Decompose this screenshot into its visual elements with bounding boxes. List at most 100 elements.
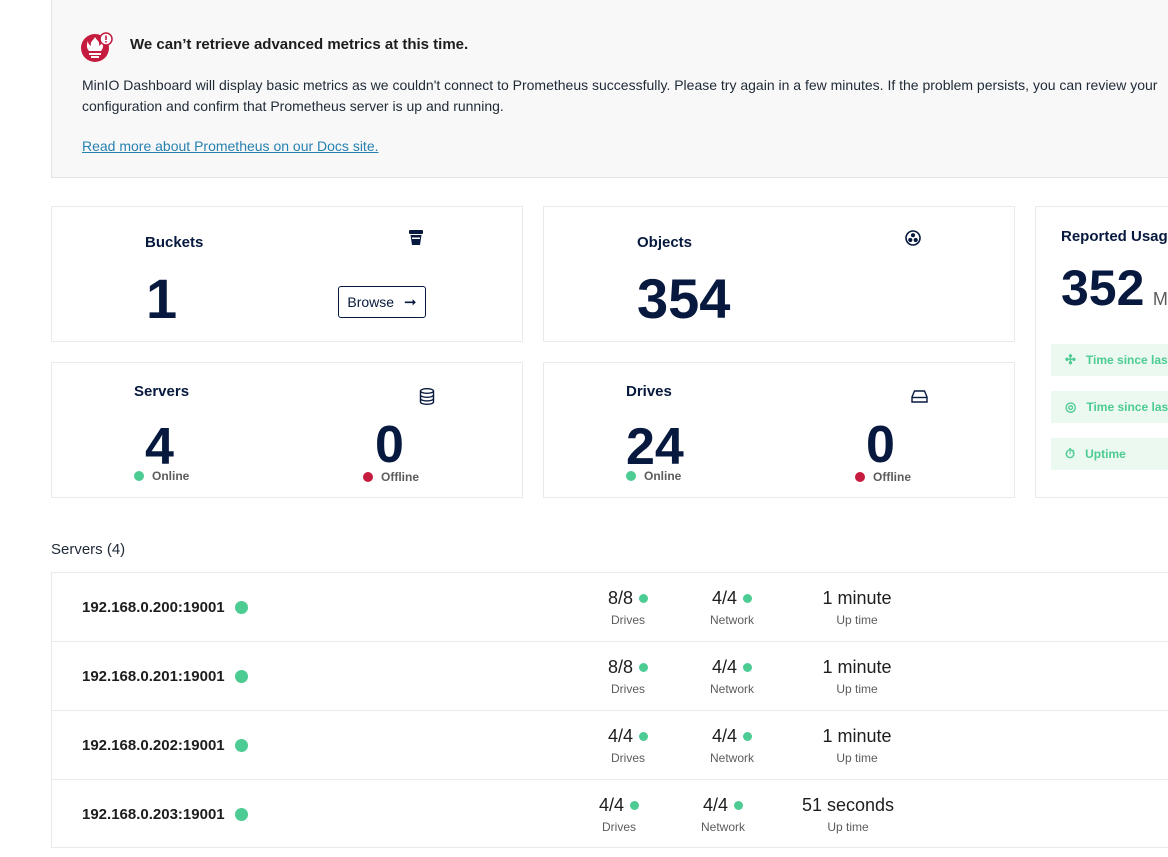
drives-offline-status: Offline	[855, 470, 911, 484]
server-network-metric: 4/4 Network	[702, 588, 762, 627]
drives-online-count: 24	[626, 418, 684, 476]
server-uptime-metric: 1 minute Up time	[802, 726, 912, 765]
servers-section-title: Servers (4)	[51, 541, 126, 558]
timer-icon: ⏱	[1065, 446, 1076, 461]
buckets-title: Buckets	[145, 234, 204, 251]
objects-icon	[905, 230, 921, 246]
server-network-value: 4/4	[711, 657, 738, 677]
prometheus-docs-link[interactable]: Read more about Prometheus on our Docs s…	[82, 138, 379, 154]
servers-offline-label: Offline	[381, 470, 419, 484]
usage-value: 352 MiB	[1061, 259, 1168, 317]
drives-status-dot	[639, 663, 649, 672]
server-network-metric: 4/4 Network	[702, 657, 762, 696]
server-drives-label: Drives	[610, 613, 645, 627]
server-drives-label: Drives	[610, 751, 645, 765]
server-endpoint: 192.168.0.200:19001	[82, 599, 248, 616]
server-network-metric: 4/4 Network	[702, 726, 762, 765]
drives-status-dot	[639, 594, 649, 603]
server-uptime-label: Up time	[836, 682, 878, 696]
drives-offline-label: Offline	[873, 470, 911, 484]
server-drives-value: 4/4	[607, 726, 634, 746]
server-row[interactable]: 192.168.0.200:19001 8/8 Drives 4/4 Netwo…	[51, 572, 1168, 641]
server-status-dot	[234, 601, 248, 614]
server-network-value: 4/4	[711, 588, 738, 608]
server-endpoint-label: 192.168.0.200:19001	[82, 599, 225, 616]
server-drives-value: 8/8	[607, 588, 634, 608]
offline-dot	[855, 472, 865, 482]
objects-count: 354	[637, 267, 731, 330]
online-dot	[134, 471, 144, 481]
online-dot	[626, 471, 636, 481]
network-status-dot	[743, 594, 753, 603]
server-endpoint: 192.168.0.203:19001	[82, 806, 248, 823]
server-uptime-metric: 1 minute Up time	[802, 657, 912, 696]
server-row[interactable]: 192.168.0.201:19001 8/8 Drives 4/4 Netwo…	[51, 641, 1168, 710]
alert-message: MinIO Dashboard will display basic metri…	[82, 77, 1158, 114]
server-drives-metric: 4/4 Drives	[593, 795, 645, 834]
server-row[interactable]: 192.168.0.203:19001 4/4 Drives 4/4 Netwo…	[51, 779, 1168, 848]
server-network-label: Network	[709, 751, 754, 765]
server-status-dot	[234, 808, 248, 821]
usage-title: Reported Usage	[1061, 228, 1168, 245]
server-network-value: 4/4	[702, 795, 729, 815]
network-status-dot	[743, 663, 753, 672]
offline-dot	[363, 472, 373, 482]
server-status-dot	[234, 670, 248, 683]
server-uptime-metric: 51 seconds Up time	[793, 795, 903, 834]
server-drives-metric: 8/8 Drives	[602, 657, 654, 696]
drives-card: Drives 24 Online 0 Offline	[543, 362, 1015, 498]
prometheus-alert: We can’t retrieve advanced metrics at th…	[51, 0, 1168, 178]
drive-icon	[911, 390, 928, 403]
usage-unit: MiB	[1152, 289, 1168, 309]
server-drives-metric: 4/4 Drives	[602, 726, 654, 765]
network-status-dot	[743, 732, 753, 741]
servers-online-label: Online	[152, 469, 190, 483]
server-network-label: Network	[709, 682, 754, 696]
drives-online-status: Online	[626, 469, 681, 483]
scan-icon: ◎	[1065, 399, 1077, 414]
servers-online-status: Online	[134, 469, 189, 483]
heal-icon: ✣	[1065, 352, 1076, 367]
server-uptime-metric: 1 minute Up time	[802, 588, 912, 627]
server-row[interactable]: 192.168.0.202:19001 4/4 Drives 4/4 Netwo…	[51, 710, 1168, 779]
servers-title: Servers	[134, 383, 190, 400]
bucket-icon	[409, 230, 423, 245]
server-stack-icon	[419, 388, 435, 405]
browse-button[interactable]: Browse ➞	[338, 286, 426, 318]
server-drives-metric: 8/8 Drives	[602, 588, 654, 627]
drives-offline-count: 0	[866, 416, 895, 474]
server-uptime-value: 1 minute	[822, 588, 892, 608]
usage-row-heal: ✣ Time since last Heal Activity	[1051, 344, 1168, 376]
server-uptime-label: Up time	[827, 820, 869, 834]
server-network-label: Network	[709, 613, 754, 627]
server-network-label: Network	[700, 820, 745, 834]
server-endpoint: 192.168.0.202:19001	[82, 737, 248, 754]
server-uptime-label: Up time	[836, 751, 878, 765]
server-network-value: 4/4	[711, 726, 738, 746]
server-uptime-label: Up time	[836, 613, 878, 627]
server-status-dot	[234, 739, 248, 752]
server-drives-value: 8/8	[607, 657, 634, 677]
usage-row-scan-label: Time since last Scan Activity	[1086, 400, 1168, 414]
drives-status-dot	[639, 732, 649, 741]
server-uptime-value: 51 seconds	[801, 795, 895, 815]
servers-online-count: 4	[145, 418, 174, 476]
objects-card: Objects 354	[543, 206, 1015, 342]
browse-label: Browse	[347, 294, 395, 310]
server-network-metric: 4/4 Network	[693, 795, 753, 834]
arrow-right-icon: ➞	[404, 294, 417, 311]
server-endpoint-label: 192.168.0.203:19001	[82, 806, 225, 823]
usage-row-uptime: ⏱ Uptime	[1051, 438, 1168, 470]
servers-offline-status: Offline	[363, 470, 419, 484]
network-status-dot	[734, 801, 744, 810]
server-endpoint: 192.168.0.201:19001	[82, 668, 248, 685]
alert-title: We can’t retrieve advanced metrics at th…	[130, 36, 469, 53]
drives-title: Drives	[626, 383, 672, 400]
usage-row-heal-label: Time since last Heal Activity	[1085, 353, 1168, 367]
usage-row-scan: ◎ Time since last Scan Activity	[1051, 391, 1168, 423]
prometheus-warning-icon	[81, 32, 113, 62]
server-drives-label: Drives	[610, 682, 645, 696]
servers-offline-count: 0	[375, 416, 404, 474]
usage-card: Reported Usage 352 MiB ✣ Time since last…	[1035, 206, 1168, 498]
drives-status-dot	[630, 801, 640, 810]
